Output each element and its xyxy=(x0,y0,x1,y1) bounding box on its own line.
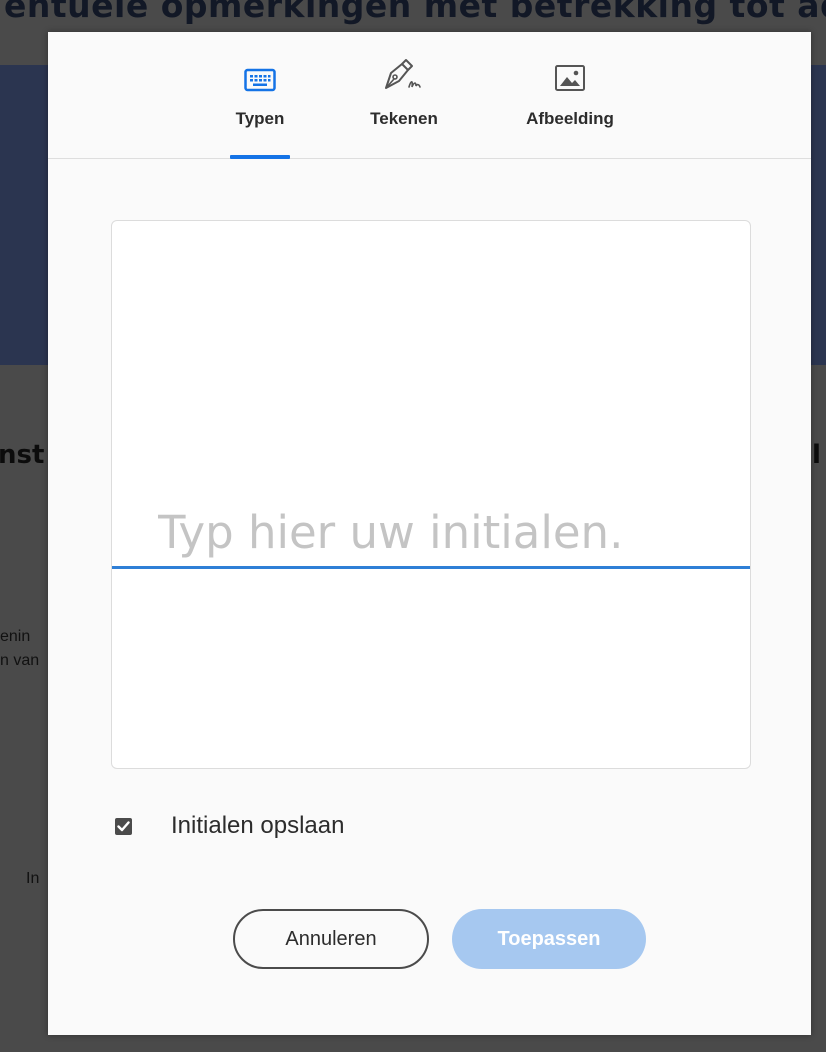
tab-tekenen-label: Tekenen xyxy=(370,109,438,128)
background-subheading-left: nst xyxy=(0,440,45,470)
initials-input-area xyxy=(111,220,751,769)
save-initials-option[interactable]: Initialen opslaan xyxy=(115,812,344,840)
image-icon xyxy=(554,58,586,92)
checkmark-icon xyxy=(117,820,130,831)
active-tab-indicator xyxy=(230,155,290,159)
apply-button[interactable]: Toepassen xyxy=(452,909,646,969)
keyboard-icon xyxy=(244,58,276,92)
save-initials-label: Initialen opslaan xyxy=(171,812,345,839)
save-initials-checkbox[interactable] xyxy=(115,817,132,835)
initials-dialog: Typen Tekenen Afbeelding Typ hier uw ini… xyxy=(48,32,811,1035)
background-text-1: enin xyxy=(0,628,31,645)
pen-sign-icon xyxy=(382,58,426,92)
tab-tekenen[interactable]: Tekenen xyxy=(360,58,448,158)
background-text-3: In xyxy=(26,870,40,887)
tab-typen-label: Typen xyxy=(235,109,285,128)
background-text-2: n van xyxy=(0,652,40,669)
tab-typen[interactable]: Typen xyxy=(228,58,292,159)
cancel-button[interactable]: Annuleren xyxy=(233,909,429,969)
background-heading: entuele opmerkingen met betrekking tot a… xyxy=(4,0,826,25)
tab-afbeelding[interactable]: Afbeelding xyxy=(514,58,626,158)
signature-mode-tabs: Typen Tekenen Afbeelding xyxy=(48,32,811,159)
tab-afbeelding-label: Afbeelding xyxy=(526,109,614,128)
background-subheading-right: l xyxy=(812,440,821,470)
initials-input[interactable] xyxy=(112,499,750,569)
